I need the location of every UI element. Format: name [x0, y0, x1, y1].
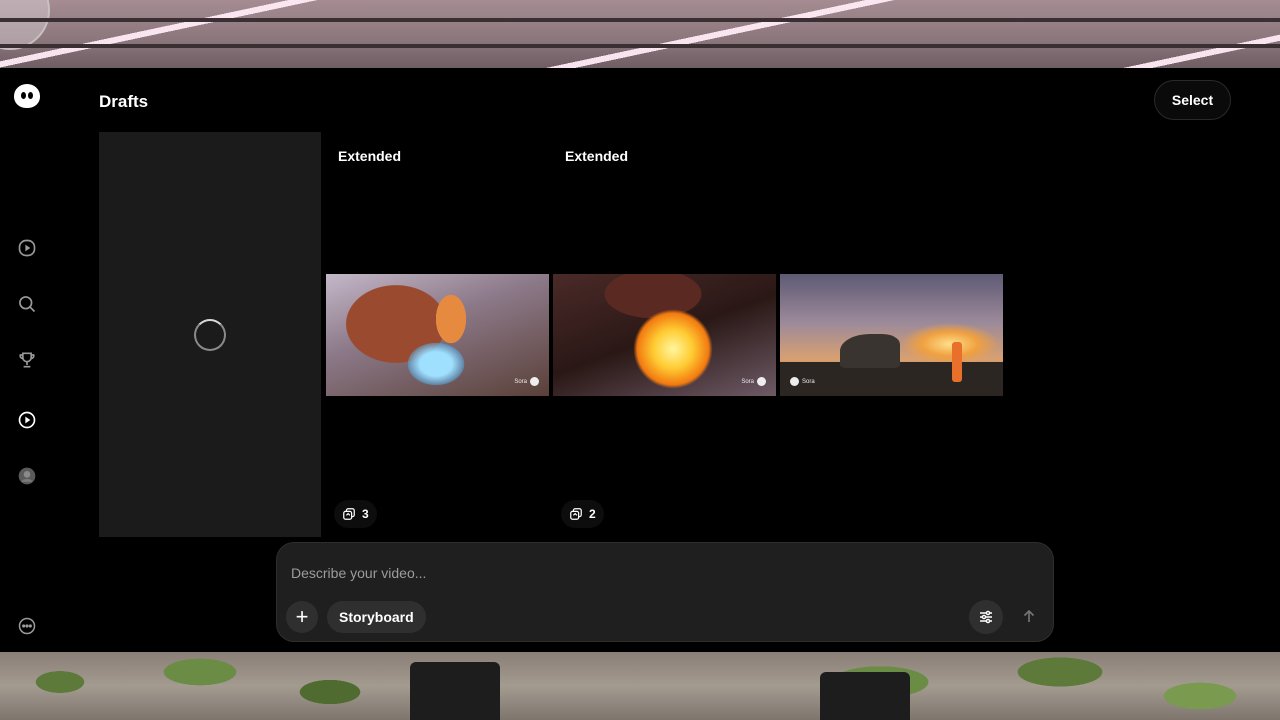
ceiling-beam — [0, 18, 1280, 22]
draft-loading-card[interactable] — [99, 132, 321, 537]
play-circle-icon[interactable] — [16, 237, 38, 259]
ceiling-beam — [0, 44, 1280, 48]
avatar-icon[interactable] — [16, 465, 38, 487]
settings-button[interactable] — [969, 600, 1003, 634]
extended-tag: Extended — [338, 148, 402, 164]
send-button[interactable] — [1013, 600, 1045, 632]
fan-decoration — [0, 0, 50, 50]
version-count-badge[interactable]: 3 — [334, 500, 377, 528]
versions-icon — [570, 508, 582, 520]
watermark: Sora — [741, 377, 766, 386]
prompt-composer: + Storyboard — [276, 542, 1054, 642]
background-photo-top — [0, 0, 1280, 68]
sidebar — [0, 68, 54, 652]
version-count-badge[interactable]: 2 — [561, 500, 604, 528]
watermark: Sora — [514, 377, 539, 386]
video-thumbnail[interactable]: Sora — [553, 274, 776, 396]
storyboard-button[interactable]: Storyboard — [327, 601, 426, 633]
draft-card[interactable]: Sora — [780, 132, 1003, 537]
plant-pot — [410, 662, 500, 720]
version-count: 3 — [362, 507, 369, 521]
select-button[interactable]: Select — [1154, 80, 1231, 120]
page-title: Drafts — [99, 92, 149, 111]
versions-icon — [343, 508, 355, 520]
video-thumbnail[interactable]: Sora — [326, 274, 549, 396]
app-window: Drafts Select Extended Sora 3 Extended S… — [0, 68, 1280, 652]
arrow-up-icon — [1023, 609, 1035, 622]
add-button[interactable]: + — [286, 601, 318, 633]
logo-icon[interactable] — [14, 84, 40, 108]
more-icon[interactable] — [16, 615, 38, 637]
video-thumbnail[interactable]: Sora — [780, 274, 1003, 396]
watermark: Sora — [790, 377, 815, 386]
sliders-icon — [980, 610, 992, 624]
draft-card[interactable]: Extended Sora 3 — [326, 132, 549, 537]
version-count: 2 — [589, 507, 596, 521]
loading-spinner — [194, 319, 226, 351]
search-icon[interactable] — [16, 293, 38, 315]
extended-tag: Extended — [565, 148, 629, 164]
background-photo-bottom — [0, 652, 1280, 720]
play-circle-filled-icon[interactable] — [16, 409, 38, 431]
prompt-input[interactable] — [291, 561, 1031, 585]
draft-card[interactable]: Extended Sora 2 — [553, 132, 776, 537]
trophy-icon[interactable] — [16, 349, 38, 371]
plant-pot — [820, 672, 910, 720]
figure-silhouette — [952, 342, 962, 382]
dragon-silhouette — [840, 334, 900, 368]
